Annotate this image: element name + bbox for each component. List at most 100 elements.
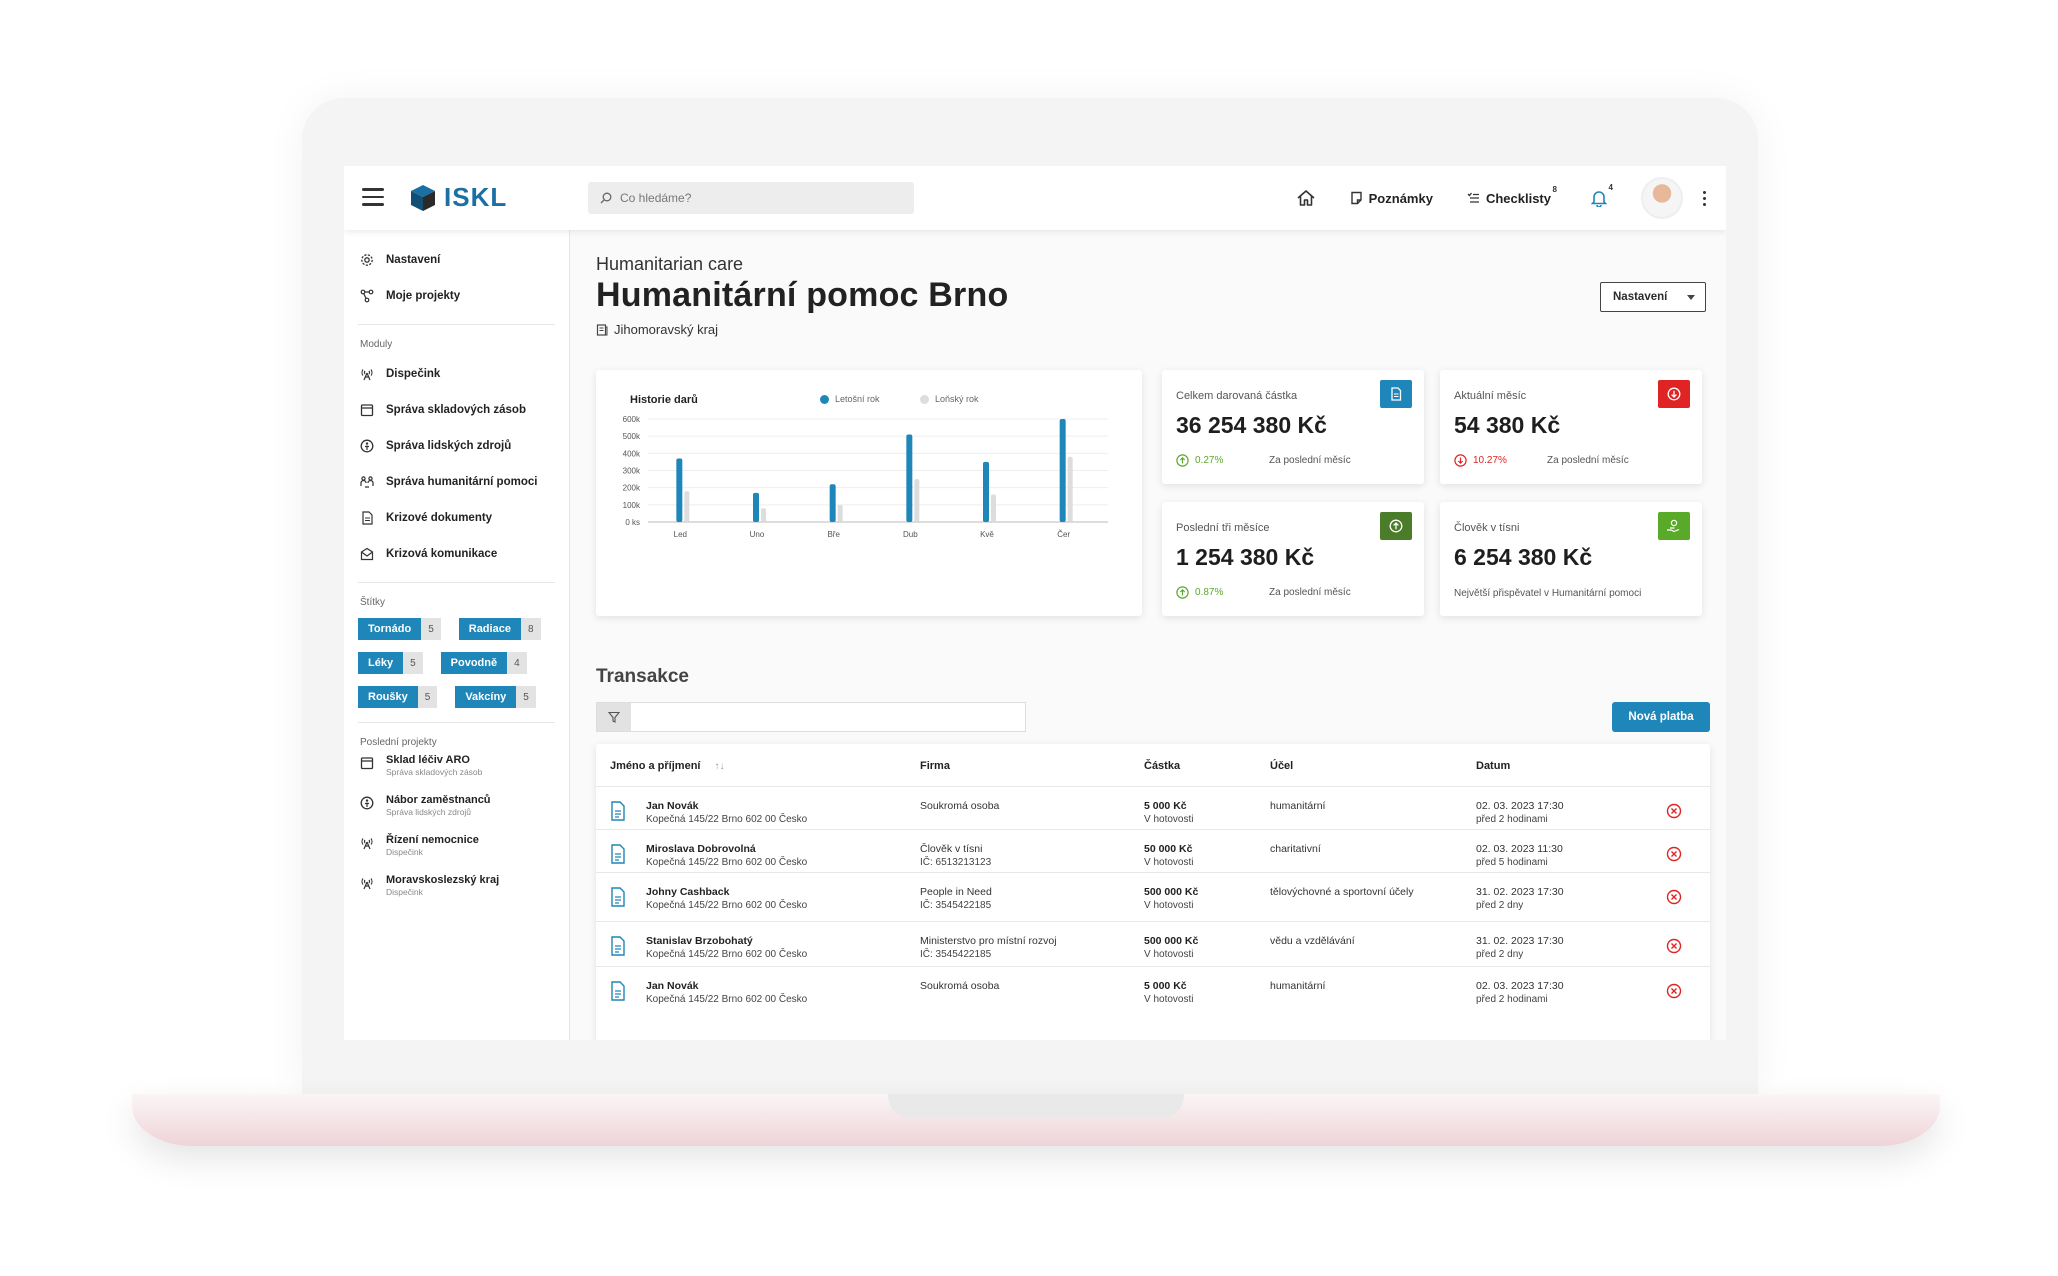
bar-this-year[interactable] — [1059, 419, 1066, 522]
stat-card-last-three-months: Poslední tři měsíce 1 254 380 Kč 0.87% Z… — [1162, 502, 1424, 616]
bar-this-year[interactable] — [983, 461, 989, 522]
document-icon[interactable] — [610, 981, 626, 1001]
tag-floods[interactable]: Povodně 4 — [440, 652, 527, 674]
notifications-button[interactable]: 4 — [1591, 183, 1613, 207]
bar-this-year[interactable] — [906, 434, 913, 522]
cell-amount: 500 000 Kč V hotovosti — [1144, 885, 1198, 913]
cell-date: 02. 03. 2023 17:30 před 2 hodinami — [1476, 979, 1564, 1007]
recent-project-subtitle: Dispečink — [386, 887, 423, 897]
app-screen: ISKL Poznámky Checklisty 8 4 — [344, 166, 1726, 1040]
sidebar-item-inventory[interactable]: Správa skladových zásob — [358, 392, 555, 428]
recent-project-item[interactable]: Řízení nemocnice Dispečink — [358, 834, 555, 874]
bar-last-year[interactable] — [837, 504, 843, 522]
box-icon — [360, 757, 374, 770]
bar-this-year[interactable] — [753, 492, 759, 522]
sidebar-item-crisis-documents[interactable]: Krizové dokumenty — [358, 500, 555, 536]
mail-icon — [360, 547, 374, 561]
tag-medicine[interactable]: Léky 5 — [358, 652, 423, 674]
column-header-name[interactable]: Jméno a příjmení ↑↓ — [610, 760, 724, 772]
recent-project-title: Nábor zaměstnanců — [386, 794, 491, 806]
sidebar-item-dispatch[interactable]: Dispečink — [358, 356, 555, 392]
stat-percent: 0.87% — [1195, 587, 1224, 598]
notes-link[interactable]: Poznámky — [1350, 191, 1433, 206]
document-icon[interactable] — [610, 801, 626, 821]
delete-icon[interactable] — [1666, 846, 1682, 862]
sidebar-item-crisis-communication[interactable]: Krizová komunikace — [358, 536, 555, 572]
column-header-date: Datum — [1476, 760, 1510, 772]
note-icon — [1350, 191, 1362, 205]
table-row[interactable]: Miroslava Dobrovolná Kopečná 145/22 Brno … — [596, 829, 1710, 872]
cell-name: Jan Novák Kopečná 145/22 Brno 602 00 Česk… — [646, 979, 807, 1007]
hamburger-menu-icon[interactable] — [362, 188, 384, 206]
cell-date: 31. 02. 2023 17:30 před 2 dny — [1476, 934, 1564, 962]
document-icon[interactable] — [610, 844, 626, 864]
cell-purpose: charitativní — [1270, 842, 1321, 856]
sidebar-item-label: Dispečink — [386, 368, 441, 380]
delete-icon[interactable] — [1666, 983, 1682, 999]
stat-label: Člověk v tísni — [1454, 522, 1520, 534]
sidebar-item-hr[interactable]: Správa lidských zdrojů — [358, 428, 555, 464]
tags-heading: Štítky — [360, 597, 386, 608]
filter-button[interactable] — [597, 703, 631, 731]
x-tick-label: Bře — [827, 530, 840, 539]
tag-radiation[interactable]: Radiace 8 — [458, 618, 541, 640]
search-input[interactable] — [620, 191, 900, 205]
bar-this-year[interactable] — [829, 484, 836, 522]
cell-purpose: tělovýchovné a sportovní účely — [1270, 885, 1414, 899]
tag-masks[interactable]: Roušky 5 — [358, 686, 438, 708]
document-icon[interactable] — [610, 936, 626, 956]
recent-project-title: Sklad léčiv ARO — [386, 754, 470, 766]
logo[interactable]: ISKL — [410, 182, 507, 213]
sidebar-item-my-projects[interactable]: Moje projekty — [358, 278, 555, 314]
cell-address-value: Kopečná 145/22 Brno 602 00 Česko — [646, 814, 808, 825]
filter-input[interactable] — [631, 703, 1025, 731]
bar-last-year[interactable] — [761, 508, 766, 522]
cell-date: 02. 03. 2023 11:30 před 5 hodinami — [1476, 842, 1563, 870]
bar-last-year[interactable] — [991, 494, 996, 522]
transactions-table: Jméno a příjmení ↑↓ Firma Částka Účel Da… — [596, 744, 1710, 1040]
recent-project-item[interactable]: Sklad léčiv ARO Správa skladových zásob — [358, 754, 555, 794]
transactions-filter — [596, 702, 1026, 732]
home-icon[interactable] — [1296, 189, 1316, 207]
cell-company-value: Člověk v tísni — [920, 843, 983, 855]
cell-amount: 500 000 Kč V hotovosti — [1144, 934, 1198, 962]
tag-vaccines[interactable]: Vakcíny 5 — [455, 686, 536, 708]
nodes-icon — [360, 289, 374, 303]
region-label: Jihomoravský kraj — [614, 322, 719, 337]
tag-count: 5 — [421, 618, 441, 640]
new-payment-button[interactable]: Nová platba — [1612, 702, 1710, 732]
settings-dropdown[interactable]: Nastavení — [1600, 282, 1706, 312]
table-row[interactable]: Jan Novák Kopečná 145/22 Brno 602 00 Česk… — [596, 786, 1710, 829]
x-tick-label: Uno — [750, 530, 765, 539]
delete-icon[interactable] — [1666, 803, 1682, 819]
checklists-link[interactable]: Checklisty 8 — [1467, 185, 1557, 206]
table-row[interactable]: Stanislav Brzobohatý Kopečná 145/22 Brno … — [596, 921, 1710, 966]
modules-heading: Moduly — [360, 339, 393, 350]
recent-project-item[interactable]: Nábor zaměstnanců Správa lidských zdrojů — [358, 794, 555, 834]
table-row[interactable]: Jan Novák Kopečná 145/22 Brno 602 00 Česk… — [596, 966, 1710, 1011]
tag-tornado[interactable]: Tornádo 5 — [358, 618, 441, 640]
stat-label: Celkem darovaná částka — [1176, 390, 1298, 402]
delete-icon[interactable] — [1666, 938, 1682, 954]
more-options-icon[interactable] — [1703, 190, 1706, 206]
delete-icon[interactable] — [1666, 889, 1682, 905]
table-row[interactable]: Johny Cashback Kopečná 145/22 Brno 602 00… — [596, 872, 1710, 921]
search-box[interactable] — [588, 182, 914, 214]
bar-last-year[interactable] — [684, 491, 690, 522]
bar-last-year[interactable] — [914, 479, 920, 522]
transactions-title: Transakce — [596, 666, 689, 687]
cell-name: Johny Cashback Kopečná 145/22 Brno 602 00… — [646, 885, 807, 913]
user-avatar[interactable] — [1641, 177, 1683, 219]
y-tick-label: 200k — [623, 484, 641, 493]
cell-ago-value: před 5 hodinami — [1476, 857, 1548, 868]
stat-trend: 0.27% Za poslední měsíc — [1176, 454, 1351, 467]
bar-this-year[interactable] — [676, 458, 683, 522]
bar-last-year[interactable] — [1067, 456, 1073, 522]
sidebar-item-settings[interactable]: Nastavení — [358, 242, 555, 278]
recent-project-item[interactable]: Moravskoslezský kraj Dispečink — [358, 874, 555, 914]
stat-note: Největší přispěvatel v Humanitární pomoc… — [1454, 588, 1642, 599]
column-header-company: Firma — [920, 760, 950, 772]
sidebar-item-humanitarian[interactable]: Správa humanitární pomoci — [358, 464, 555, 500]
sort-icon[interactable]: ↑↓ — [714, 761, 724, 772]
document-icon[interactable] — [610, 887, 626, 907]
